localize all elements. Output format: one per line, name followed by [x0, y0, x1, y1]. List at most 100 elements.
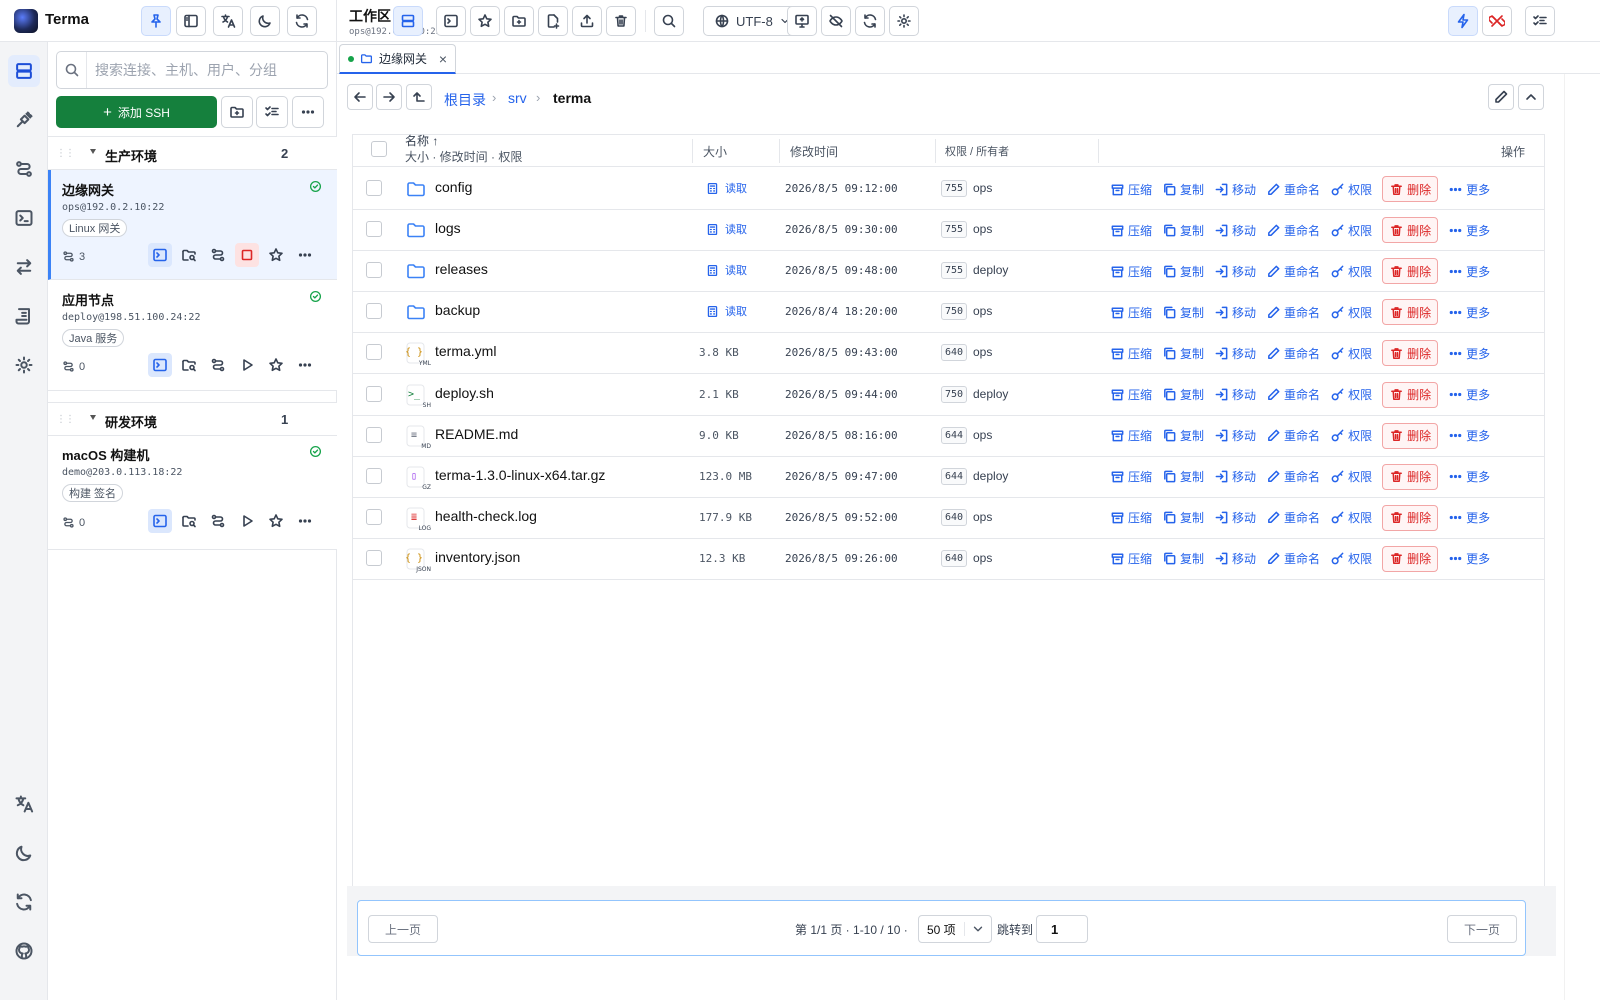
favorite-button[interactable]	[264, 509, 288, 533]
row-checkbox[interactable]	[366, 262, 382, 279]
group-header[interactable]: ⋮⋮ 研发环境 1	[48, 402, 337, 436]
file-name[interactable]: backup	[435, 302, 480, 318]
task-list-button[interactable]	[1525, 6, 1555, 36]
breadcrumb-item[interactable]: srv	[508, 90, 527, 106]
rename-button[interactable]: 重命名	[1266, 304, 1320, 321]
table-row[interactable]: ≡ MD README.md 9.0 KB 2026/8/5 08:16:00 …	[353, 415, 1544, 457]
permissions-button[interactable]: 权限	[1330, 263, 1372, 280]
row-checkbox[interactable]	[366, 303, 382, 320]
open-terminal-button[interactable]	[148, 509, 172, 533]
batch-select-button[interactable]	[256, 96, 288, 128]
connect-button[interactable]	[235, 509, 259, 533]
open-sftp-button[interactable]	[177, 243, 201, 267]
read-size-link[interactable]: 读取	[706, 303, 747, 319]
nav-sync[interactable]	[8, 886, 40, 918]
permissions-button[interactable]: 权限	[1330, 468, 1372, 485]
name-column-header[interactable]: 名称 ↑	[405, 132, 438, 149]
new-folder-button[interactable]	[504, 6, 534, 36]
delete-button[interactable]: 删除	[1382, 463, 1439, 490]
search-input[interactable]	[87, 53, 327, 87]
compress-button[interactable]: 压缩	[1110, 304, 1152, 321]
theme-button[interactable]	[250, 6, 280, 36]
nav-tunnels[interactable]	[8, 153, 40, 185]
row-checkbox[interactable]	[366, 426, 382, 443]
delete-button[interactable]: 删除	[1382, 299, 1439, 326]
toggle-sidebar-button[interactable]	[176, 6, 206, 36]
delete-button[interactable]: 删除	[1382, 504, 1439, 531]
host-more-button[interactable]	[293, 243, 317, 267]
delete-button[interactable]: 删除	[1382, 422, 1439, 449]
permissions-button[interactable]: 权限	[1330, 427, 1372, 444]
more-button[interactable]: 更多	[1448, 427, 1490, 444]
remote-desktop-button[interactable]	[787, 6, 817, 36]
copy-button[interactable]: 复制	[1162, 509, 1204, 526]
compress-button[interactable]: 压缩	[1110, 550, 1152, 567]
tunnel-button[interactable]	[206, 509, 230, 533]
permissions-button[interactable]: 权限	[1330, 304, 1372, 321]
open-sftp-button[interactable]	[177, 353, 201, 377]
move-button[interactable]: 移动	[1214, 550, 1256, 567]
add-ssh-button[interactable]: + 添加 SSH	[56, 96, 217, 128]
move-button[interactable]: 移动	[1214, 427, 1256, 444]
file-name[interactable]: logs	[435, 220, 461, 236]
host-more-button[interactable]	[293, 509, 317, 533]
file-settings-button[interactable]	[889, 6, 919, 36]
select-all-checkbox[interactable]	[371, 141, 387, 157]
copy-button[interactable]: 复制	[1162, 263, 1204, 280]
file-name[interactable]: config	[435, 179, 472, 195]
table-row[interactable]: >_ SH deploy.sh 2.1 KB 2026/8/5 09:44:00…	[353, 374, 1544, 416]
delete-button[interactable]: 删除	[1382, 545, 1439, 572]
move-button[interactable]: 移动	[1214, 386, 1256, 403]
host-card[interactable]: 边缘网关 ops@192.0.2.10:22 Linux 网关 3	[48, 170, 337, 280]
row-checkbox[interactable]	[366, 221, 382, 238]
size-column-header[interactable]: 大小	[703, 143, 727, 160]
next-page-button[interactable]: 下一页	[1447, 915, 1517, 943]
compress-button[interactable]: 压缩	[1110, 181, 1152, 198]
tunnel-button[interactable]	[206, 353, 230, 377]
table-row[interactable]: releases 读取 2026/8/5 09:48:00 755 deploy…	[353, 250, 1544, 293]
compress-button[interactable]: 压缩	[1110, 263, 1152, 280]
move-button[interactable]: 移动	[1214, 345, 1256, 362]
workspace-layout-button[interactable]	[393, 6, 423, 36]
nav-language[interactable]	[8, 788, 40, 820]
read-size-link[interactable]: 读取	[706, 221, 747, 237]
stop-button[interactable]	[235, 243, 259, 267]
rename-button[interactable]: 重命名	[1266, 181, 1320, 198]
rename-button[interactable]: 重命名	[1266, 345, 1320, 362]
search-files-button[interactable]	[654, 6, 684, 36]
disconnect-all-button[interactable]	[1482, 6, 1512, 36]
delete-button[interactable]: 删除	[1382, 176, 1439, 202]
new-file-button[interactable]	[538, 6, 568, 36]
toggle-hidden-button[interactable]	[821, 6, 851, 36]
permissions-button[interactable]: 权限	[1330, 550, 1372, 567]
table-row[interactable]: { } JSON inventory.json 12.3 KB 2026/8/5…	[353, 538, 1544, 580]
rename-button[interactable]: 重命名	[1266, 263, 1320, 280]
move-button[interactable]: 移动	[1214, 468, 1256, 485]
file-name[interactable]: README.md	[435, 426, 518, 442]
upload-button[interactable]	[572, 6, 602, 36]
copy-button[interactable]: 复制	[1162, 222, 1204, 239]
move-button[interactable]: 移动	[1214, 222, 1256, 239]
copy-button[interactable]: 复制	[1162, 427, 1204, 444]
copy-button[interactable]: 复制	[1162, 304, 1204, 321]
language-button[interactable]	[213, 6, 243, 36]
move-button[interactable]: 移动	[1214, 263, 1256, 280]
close-icon[interactable]: ×	[439, 51, 447, 67]
copy-button[interactable]: 复制	[1162, 386, 1204, 403]
page-size-select[interactable]: 50 项	[918, 915, 992, 943]
permissions-button[interactable]: 权限	[1330, 345, 1372, 362]
file-name[interactable]: deploy.sh	[435, 385, 494, 401]
refresh-files-button[interactable]	[855, 6, 885, 36]
delete-button[interactable]: 删除	[1382, 258, 1439, 285]
copy-button[interactable]: 复制	[1162, 468, 1204, 485]
table-row[interactable]: ≣ LOG health-check.log 177.9 KB 2026/8/5…	[353, 497, 1544, 539]
copy-button[interactable]: 复制	[1162, 550, 1204, 567]
favorite-button[interactable]	[264, 353, 288, 377]
more-button[interactable]: 更多	[1448, 345, 1490, 362]
delete-button[interactable]	[606, 6, 636, 36]
nav-port-forwarding[interactable]	[8, 104, 40, 136]
rename-button[interactable]: 重命名	[1266, 427, 1320, 444]
collapse-button[interactable]	[1518, 84, 1544, 110]
page-scrollbar[interactable]	[1564, 74, 1600, 1000]
drag-handle-icon[interactable]: ⋮⋮	[56, 148, 75, 159]
